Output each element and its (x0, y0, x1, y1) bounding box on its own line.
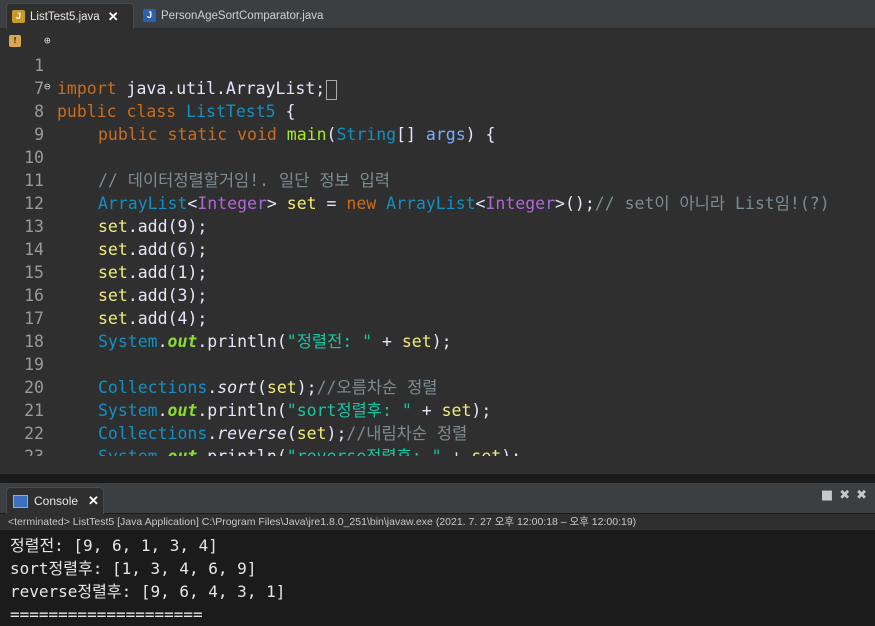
terminated-label: <terminated> ListTest5 [Java Application… (8, 516, 637, 528)
console-output-line: ==================== (10, 605, 203, 624)
console-tab-bar: Console ✕ ■ ✖ ✖ (0, 483, 875, 514)
code-line: 17 System.out.println("정렬전: " + set); (0, 284, 875, 351)
code-line: 18 (0, 307, 875, 351)
java-file-icon: J (143, 9, 156, 22)
console-output-line: sort정렬후: [1, 3, 4, 6, 9] (10, 559, 257, 578)
code-line: 22 System.out.println("reverse정렬후: " + s… (0, 399, 875, 456)
code-line: 16 set.add(4); (0, 261, 875, 328)
close-icon[interactable]: ✕ (108, 9, 119, 25)
code-line: 13 set.add(6); (0, 192, 875, 259)
code-line: 24 (0, 445, 875, 456)
collapse-icon[interactable]: ⊖ (44, 75, 51, 98)
expand-icon[interactable]: ⊕ (44, 29, 51, 52)
console-icon (13, 494, 28, 508)
code-line: 9 (0, 100, 875, 144)
console-output-line: 정렬전: [9, 6, 1, 3, 4] (10, 536, 218, 555)
editor-tab-bar: J ListTest5.java ✕ J PersonAgeSortCompar… (0, 0, 875, 29)
code-line: 23 System.out.println("=================… (0, 422, 875, 456)
code-line: 19 Collections.sort(set);//오름차순 정렬 (0, 330, 875, 397)
code-editor[interactable]: ! 1 ⊕ import java.util.ArrayList; 7 publi… (0, 29, 875, 456)
code-line: 12 set.add(9); (0, 169, 875, 236)
tab-personagesortcomparator[interactable]: J PersonAgeSortComparator.java (138, 3, 338, 28)
code-line: 15 set.add(3); (0, 238, 875, 305)
console-tab-label: Console (34, 494, 79, 508)
console-toolbar: ■ ✖ ✖ (821, 488, 867, 503)
tab-label: PersonAgeSortComparator.java (161, 9, 324, 22)
console-status: <terminated> ListTest5 [Java Application… (0, 514, 875, 530)
code-line: 1 ⊕ import java.util.ArrayList; (0, 29, 875, 100)
tab-label: ListTest5.java (30, 10, 100, 23)
code-line: 21 Collections.reverse(set);//내림차순 정렬 (0, 376, 875, 443)
remove-launch-icon[interactable]: ✖ (839, 488, 850, 503)
code-line: 8 ⊖ public static void main(String[] args… (0, 75, 875, 144)
code-line: 20 System.out.println("sort정렬후: " + set)… (0, 353, 875, 420)
close-icon[interactable]: ✕ (88, 493, 99, 509)
tab-console[interactable]: Console ✕ (6, 487, 104, 514)
tab-listtest5[interactable]: J ListTest5.java ✕ (6, 3, 134, 29)
terminate-icon[interactable]: ■ (821, 488, 833, 503)
console-output-line: reverse정렬후: [9, 6, 4, 3, 1] (10, 582, 286, 601)
java-file-icon: J (12, 10, 25, 23)
code-line: 14 set.add(1); (0, 215, 875, 282)
code-line: 11 ArrayList<Integer> set = new ArrayLis… (0, 146, 875, 213)
remove-all-terminated-icon[interactable]: ✖ (856, 488, 867, 503)
console-output[interactable]: 정렬전: [9, 6, 1, 3, 4] sort정렬후: [1, 3, 4, … (0, 532, 875, 626)
code-line: 10 // 데이터정렬할거임!. 일단 정보 입력 (0, 123, 875, 190)
code-line: 7 public class ListTest5 { (0, 54, 875, 121)
